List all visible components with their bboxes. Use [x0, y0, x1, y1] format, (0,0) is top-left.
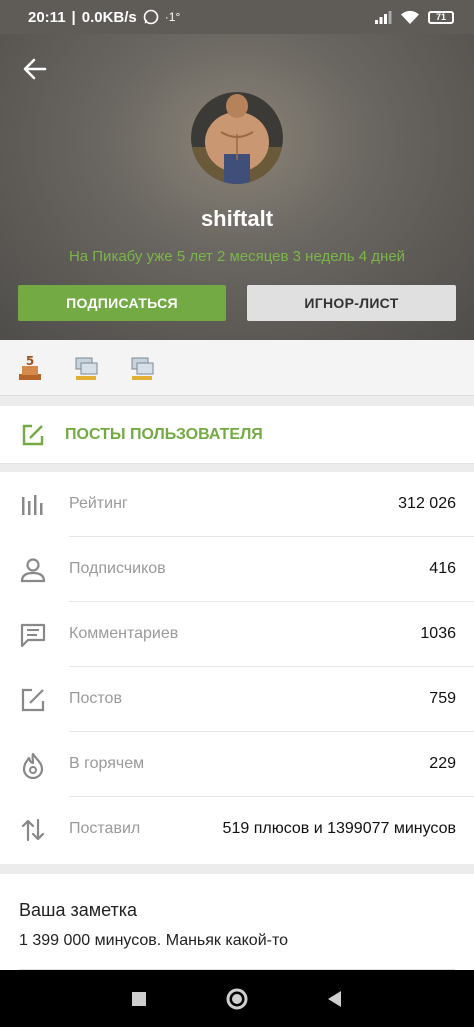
svg-text:5: 5 — [26, 354, 34, 368]
stat-label: Подписчиков — [69, 560, 166, 577]
status-bar: 20:11 | 0.0KB/s ·1° 71 — [0, 0, 474, 34]
user-posts-link[interactable]: ПОСТЫ ПОЛЬЗОВАТЕЛЯ — [0, 406, 474, 464]
home-icon[interactable] — [224, 986, 250, 1012]
back-nav-icon[interactable] — [322, 986, 348, 1012]
signal-icon — [375, 11, 392, 24]
edit-icon — [22, 424, 44, 445]
stat-label: В горячем — [69, 755, 145, 772]
ignore-list-button[interactable]: ИГНОР-ЛИСТ — [247, 285, 456, 321]
stat-label: Комментариев — [69, 625, 179, 642]
stats-list: Рейтинг 312 026 Подписчиков 416 Коммента… — [0, 472, 474, 864]
award-5-years-icon[interactable]: 5 — [16, 354, 44, 382]
membership-duration: На Пикабу уже 5 лет 2 месяцев 3 недель 4… — [68, 248, 406, 265]
award-computer-icon[interactable] — [72, 354, 100, 382]
whatsapp-icon — [143, 9, 159, 25]
stat-votes-given: Поставил 519 плюсов и 1399077 минусов — [0, 797, 474, 862]
wifi-icon — [401, 10, 419, 24]
stat-label: Поставил — [69, 820, 141, 837]
stat-subscribers: Подписчиков 416 — [0, 537, 474, 602]
stat-posts: Постов 759 — [0, 667, 474, 732]
stat-rating: Рейтинг 312 026 — [0, 472, 474, 537]
status-speed: 0.0KB/s — [81, 8, 137, 26]
avatar[interactable] — [191, 92, 283, 184]
stat-value: 519 плюсов и 1399077 минусов — [222, 820, 456, 837]
status-extra: ·1° — [164, 10, 181, 24]
back-arrow-icon[interactable] — [20, 54, 50, 84]
system-nav-bar — [0, 970, 474, 1027]
user-note[interactable]: Ваша заметка 1 399 000 минусов. Маньяк к… — [0, 874, 474, 970]
swap-vert-icon — [21, 818, 45, 842]
note-text[interactable]: 1 399 000 минусов. Маньяк какой-то — [19, 932, 288, 950]
stat-label: Постов — [69, 690, 122, 707]
stat-value: 416 — [429, 560, 456, 577]
fire-icon — [22, 752, 44, 779]
comment-icon — [20, 623, 46, 648]
rating-icon — [22, 495, 43, 515]
stat-hot: В горячем 229 — [0, 732, 474, 797]
recent-apps-icon[interactable] — [126, 986, 152, 1012]
stat-comments: Комментариев 1036 — [0, 602, 474, 667]
person-icon — [20, 558, 46, 583]
award-computer-icon[interactable] — [128, 354, 156, 382]
user-posts-label: ПОСТЫ ПОЛЬЗОВАТЕЛЯ — [65, 425, 263, 443]
stat-value: 312 026 — [398, 495, 456, 512]
subscribe-button[interactable]: ПОДПИСАТЬСЯ — [18, 285, 226, 321]
status-time: 20:11 — [28, 8, 66, 26]
stat-label: Рейтинг — [69, 495, 128, 512]
username: shiftalt — [200, 206, 274, 231]
note-title: Ваша заметка — [19, 900, 138, 920]
awards-strip: 5 — [0, 340, 474, 396]
edit-icon — [21, 688, 45, 712]
stat-value: 759 — [429, 690, 456, 707]
stat-value: 229 — [429, 755, 456, 772]
profile-header: shiftalt На Пикабу уже 5 лет 2 месяцев 3… — [0, 34, 474, 340]
battery-icon: 71 — [428, 10, 454, 24]
stat-value: 1036 — [420, 625, 456, 642]
